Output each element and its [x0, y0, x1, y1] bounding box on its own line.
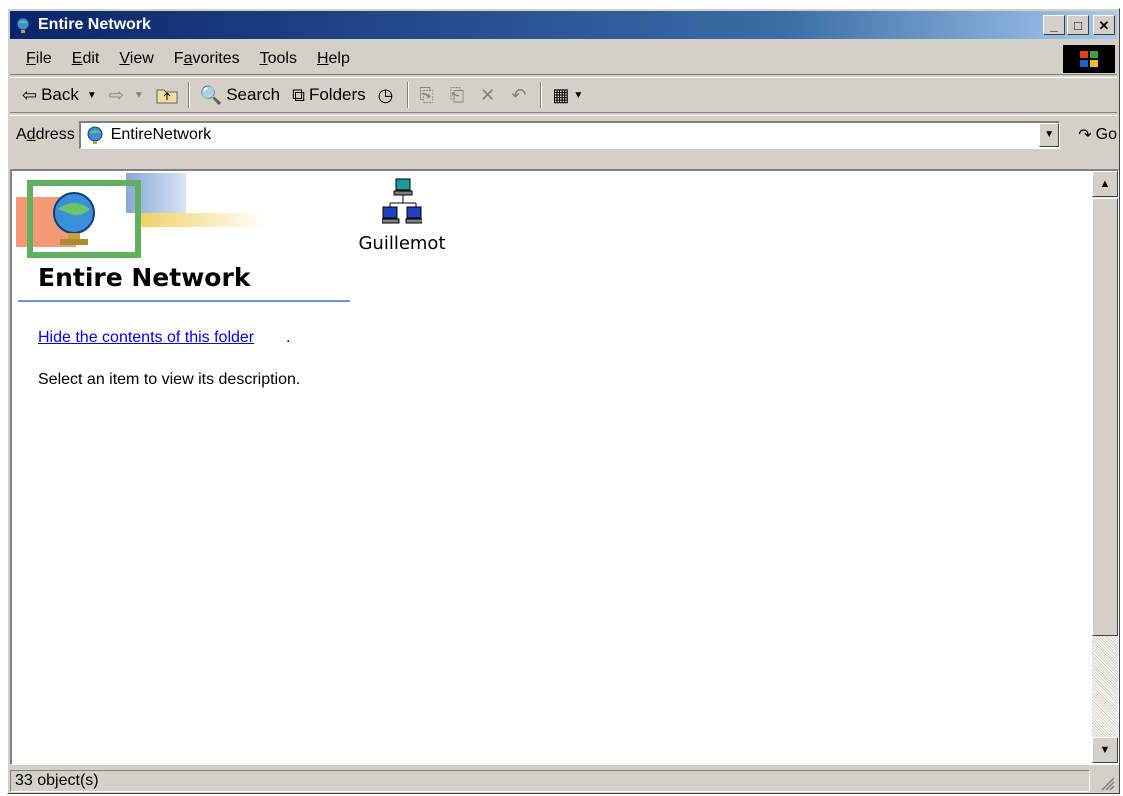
views-icon: ▦ — [552, 84, 570, 105]
up-folder-button[interactable] — [150, 80, 184, 110]
copy-to-button[interactable]: ⎗ — [444, 80, 474, 110]
menu-help[interactable]: Help — [307, 50, 360, 68]
up-folder-icon — [156, 89, 178, 104]
arrow-down-icon: ▼ — [1099, 744, 1111, 756]
toolbar-separator — [407, 82, 410, 108]
maximize-button[interactable]: □ — [1067, 15, 1089, 35]
folder-view: Entire Network Hide the contents of this… — [10, 169, 1119, 765]
address-value: EntireNetwork — [110, 126, 212, 143]
back-arrow-icon: ⇦ — [22, 84, 38, 105]
status-text: 33 object(s) — [10, 770, 1090, 792]
menu-favorites[interactable]: Favorites — [164, 50, 250, 68]
menu-tools[interactable]: Tools — [250, 50, 307, 68]
standard-toolbar: ⇦ Back ▼ ⇨ ▼ 🔍 Search ⧉ Folders ◷ ⎘ ⎗ ✕ … — [10, 77, 1117, 113]
toolbar-separator — [187, 82, 190, 108]
title-divider — [18, 300, 350, 302]
minimize-button[interactable]: _ — [1043, 15, 1065, 35]
scroll-thumb[interactable] — [1092, 198, 1118, 636]
undo-button[interactable]: ↶ — [505, 80, 536, 110]
copy-to-icon: ⎗ — [449, 84, 465, 105]
toolbar-separator — [540, 82, 543, 108]
globe-icon — [16, 17, 30, 33]
menu-view[interactable]: View — [109, 50, 163, 68]
go-arrow-icon: ↷ — [1078, 126, 1092, 144]
vertical-scrollbar[interactable]: ▲ ▼ — [1092, 171, 1118, 763]
network-item-guillemot[interactable]: Guillemot — [352, 177, 452, 254]
move-to-icon: ⎘ — [419, 84, 434, 105]
entire-network-banner-icon — [16, 173, 266, 258]
address-dropdown-button[interactable]: ▼ — [1039, 122, 1060, 147]
search-button[interactable]: 🔍 Search — [194, 80, 286, 110]
menu-file[interactable]: File — [16, 50, 62, 68]
globe-icon — [87, 126, 103, 144]
address-label: Address — [16, 125, 75, 143]
chevron-down-icon: ▼ — [1044, 129, 1055, 140]
views-button[interactable]: ▦ ▼ — [546, 80, 589, 110]
network-item-label: Guillemot — [358, 233, 446, 254]
windows-logo-icon — [1063, 45, 1115, 73]
folders-button[interactable]: ⧉ Folders — [286, 80, 372, 110]
folder-title: Entire Network — [38, 263, 251, 292]
delete-button[interactable]: ✕ — [474, 80, 505, 110]
description-text: Select an item to view its description. — [38, 371, 301, 388]
forward-dropdown-icon[interactable]: ▼ — [134, 90, 144, 101]
explorer-window: Entire Network _ □ ✕ File Edit View Favo… — [7, 8, 1120, 794]
address-input[interactable]: EntireNetwork ▼ — [78, 120, 1061, 149]
arrow-up-icon: ▲ — [1099, 178, 1111, 190]
title-bar[interactable]: Entire Network _ □ ✕ — [10, 11, 1117, 39]
back-button[interactable]: ⇦ Back ▼ — [16, 80, 103, 110]
window-title: Entire Network — [38, 16, 151, 33]
history-icon: ◷ — [377, 84, 394, 105]
undo-icon: ↶ — [511, 84, 527, 105]
search-icon: 🔍 — [199, 84, 223, 105]
resize-grip-icon[interactable] — [1099, 775, 1115, 791]
views-dropdown-icon[interactable]: ▼ — [573, 90, 583, 101]
move-to-button[interactable]: ⎘ — [413, 80, 443, 110]
back-dropdown-icon[interactable]: ▼ — [87, 90, 97, 101]
scroll-up-button[interactable]: ▲ — [1092, 171, 1118, 197]
delete-icon: ✕ — [480, 84, 496, 105]
status-bar: 33 object(s) — [10, 769, 1117, 793]
forward-button[interactable]: ⇨ ▼ — [103, 80, 150, 110]
history-button[interactable]: ◷ — [372, 80, 404, 110]
scroll-down-button[interactable]: ▼ — [1092, 737, 1118, 763]
address-bar: Address EntireNetwork ▼ ↷ Go — [10, 115, 1117, 153]
go-button[interactable]: ↷ Go — [1078, 125, 1117, 145]
hide-link-period: . — [286, 329, 291, 346]
menu-edit[interactable]: Edit — [62, 50, 110, 68]
close-button[interactable]: ✕ — [1093, 15, 1115, 35]
network-computers-icon — [382, 178, 422, 224]
window-controls: _ □ ✕ — [1043, 15, 1115, 35]
menu-bar: File Edit View Favorites Tools Help — [10, 43, 1117, 75]
forward-arrow-icon: ⇨ — [108, 84, 124, 105]
hide-contents-link[interactable]: Hide the contents of this folder — [38, 329, 254, 347]
folders-icon: ⧉ — [292, 84, 305, 105]
